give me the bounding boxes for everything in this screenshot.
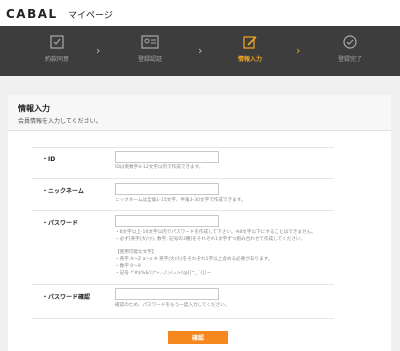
step-verification: 登録認証 [120,34,180,63]
divider [32,318,334,319]
panel-header: 情報入力 会員情報を入力してください。 [8,95,391,131]
id-field[interactable] [115,151,219,163]
password-label: ・パスワード [42,220,79,227]
id-card-icon [141,35,159,49]
cabal-logo[interactable]: CABAL [6,7,58,21]
id-label: ・ID [42,156,56,163]
check-circle-icon [343,35,357,49]
confirm-button[interactable]: 確認 [168,331,228,344]
password-confirm-note: 確認のため、パスワードをもう一度入力してください。 [115,303,230,308]
chevron-right-icon: › [96,44,101,57]
password-field[interactable] [115,215,219,227]
step-complete: 登録完了 [320,34,380,63]
id-note: IDは英数字4-12文字以内で作成できます。 [115,165,204,170]
nickname-note: ニックネームは全角1-15文字、半角3-30文字で作成できます。 [115,198,246,203]
step-label: 登録完了 [337,56,362,63]
step-agreement: 約款同意 [27,34,87,63]
divider [32,210,334,211]
password-confirm-field[interactable] [115,288,219,300]
step-label: 情報入力 [237,56,262,63]
password-note: ・必ず[英字(大/小), 数字, 記号の3種]をそれぞれ1文字ずつ組み合わせて作… [115,237,306,242]
checklist-icon [50,35,64,49]
chevron-right-icon: › [198,44,203,57]
edit-icon [243,36,257,49]
password-confirm-label: ・パスワード確認 [42,294,91,301]
site-header: CABAL マイページ [0,0,400,26]
panel-subtitle: 会員情報を入力してください。 [18,118,102,125]
chevron-right-icon: › [296,44,301,57]
divider [32,284,334,285]
registration-progress-bar: 約款同意 › 登録認証 › 情報入力 › 登録完了 [0,26,400,76]
step-info-input: 情報入力 [220,34,280,63]
panel-title: 情報入力 [18,104,50,113]
step-label: 約款同意 [44,56,69,63]
step-label: 登録認証 [137,56,162,63]
mypage-title: マイページ [68,11,113,21]
divider [32,178,334,179]
password-note: ・記号 !"#$%&'()*+,-./:;<=>?@[]^_`{|}~ [115,271,211,276]
nickname-field[interactable] [115,183,219,195]
nickname-label: ・ニックネーム [42,188,84,195]
divider [32,147,334,148]
